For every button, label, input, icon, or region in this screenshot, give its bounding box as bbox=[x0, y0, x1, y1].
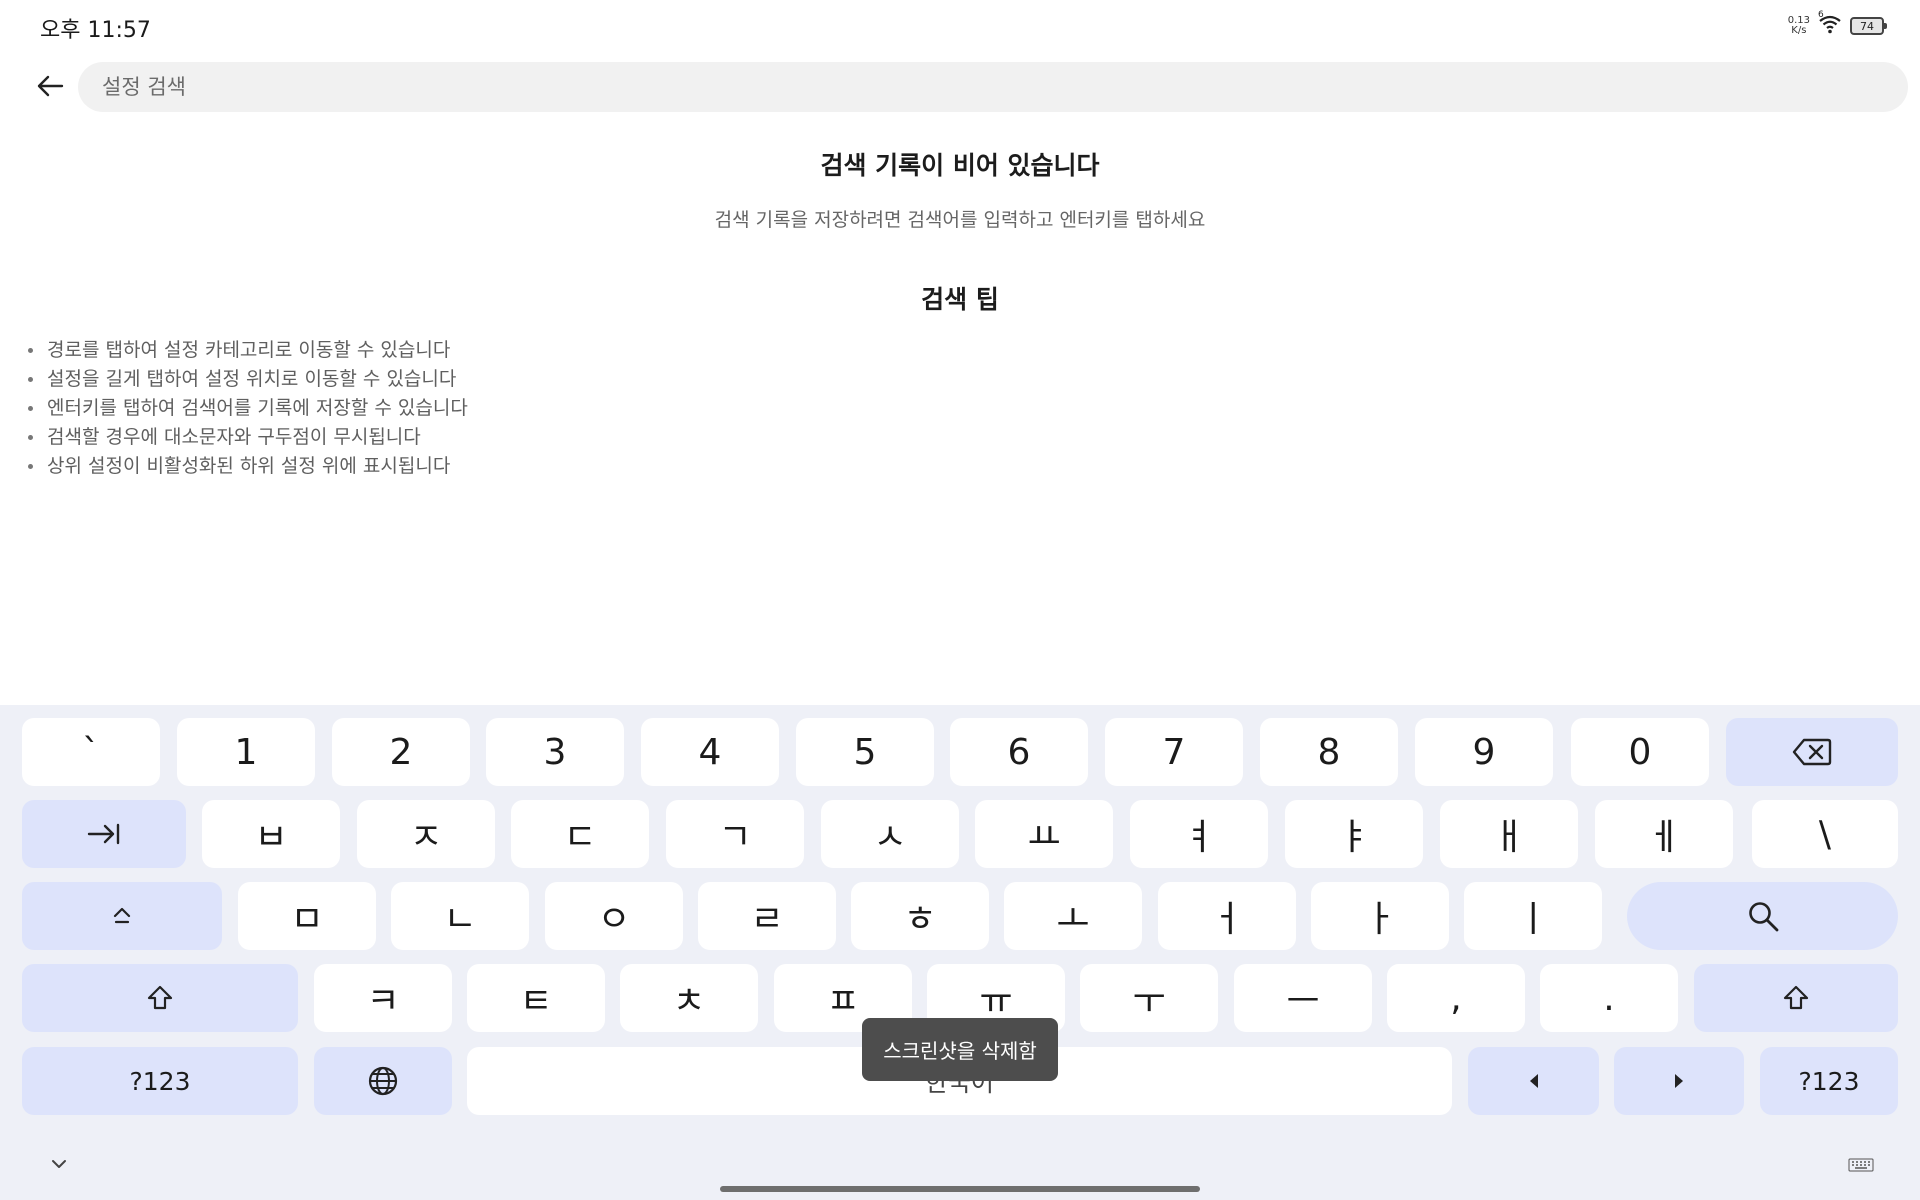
caps-lock-key[interactable] bbox=[22, 882, 222, 950]
wifi-6-badge: 6 bbox=[1818, 10, 1824, 20]
bullet-icon bbox=[28, 406, 33, 411]
back-button[interactable] bbox=[30, 66, 70, 106]
key-2[interactable]: 2 bbox=[332, 718, 470, 786]
caret-left-icon bbox=[1529, 1074, 1538, 1088]
key-i[interactable]: ㅣ bbox=[1464, 882, 1602, 950]
network-speed: 0.13 K/s bbox=[1788, 16, 1810, 36]
shift-icon bbox=[147, 985, 173, 1010]
key-a[interactable]: ㅏ bbox=[1311, 882, 1449, 950]
key-5[interactable]: 5 bbox=[796, 718, 934, 786]
key-yo[interactable]: ㅛ bbox=[975, 800, 1113, 868]
globe-icon bbox=[368, 1066, 398, 1096]
bullet-icon bbox=[28, 464, 33, 469]
bullet-icon bbox=[28, 348, 33, 353]
language-key[interactable] bbox=[314, 1047, 452, 1115]
key-u[interactable]: ㅜ bbox=[1080, 964, 1218, 1032]
key-ya[interactable]: ㅑ bbox=[1285, 800, 1423, 868]
empty-history-subtitle: 검색 기록을 저장하려면 검색어를 입력하고 엔터키를 탭하세요 bbox=[714, 209, 1206, 231]
arrow-left-icon bbox=[37, 75, 64, 97]
key-7[interactable]: 7 bbox=[1105, 718, 1243, 786]
search-key[interactable] bbox=[1627, 882, 1898, 950]
key-hieut[interactable]: ㅎ bbox=[851, 882, 989, 950]
key-backtick[interactable]: ` bbox=[22, 718, 160, 786]
key-siot[interactable]: ㅅ bbox=[821, 800, 959, 868]
backspace-key[interactable] bbox=[1726, 718, 1898, 786]
symbols-key-left[interactable]: ?123 bbox=[22, 1047, 298, 1115]
tip-text: 상위 설정이 비활성화된 하위 설정 위에 표시됩니다 bbox=[47, 455, 451, 477]
key-period[interactable]: . bbox=[1540, 964, 1678, 1032]
key-backslash[interactable]: \ bbox=[1752, 800, 1898, 868]
chevron-down-icon[interactable] bbox=[48, 1156, 70, 1172]
key-ieung[interactable]: ㅇ bbox=[545, 882, 683, 950]
shift-icon bbox=[1783, 985, 1809, 1010]
key-jieut[interactable]: ㅈ bbox=[357, 800, 495, 868]
tip-item: 상위 설정이 비활성화된 하위 설정 위에 표시됩니다 bbox=[26, 452, 468, 481]
status-icons: 0.13 K/s 6 74 bbox=[1788, 10, 1887, 38]
bullet-icon bbox=[28, 435, 33, 440]
keyboard-icon[interactable] bbox=[1848, 1158, 1874, 1172]
home-indicator[interactable] bbox=[720, 1186, 1200, 1192]
tip-item: 엔터키를 탭하여 검색어를 기록에 저장할 수 있습니다 bbox=[26, 394, 468, 423]
key-nieun[interactable]: ㄴ bbox=[391, 882, 529, 950]
key-yeo[interactable]: ㅕ bbox=[1130, 800, 1268, 868]
key-digeut[interactable]: ㄷ bbox=[511, 800, 649, 868]
key-4[interactable]: 4 bbox=[641, 718, 779, 786]
tip-item: 검색할 경우에 대소문자와 구두점이 무시됩니다 bbox=[26, 423, 468, 452]
empty-history-title: 검색 기록이 비어 있습니다 bbox=[820, 151, 1100, 180]
backspace-icon bbox=[1792, 738, 1832, 766]
status-bar: 오후 11:57 0.13 K/s 6 74 bbox=[0, 0, 1920, 54]
search-tips-title: 검색 팁 bbox=[921, 285, 999, 314]
tip-text: 검색할 경우에 대소문자와 구두점이 무시됩니다 bbox=[47, 426, 421, 448]
key-eo[interactable]: ㅓ bbox=[1158, 882, 1296, 950]
key-eu[interactable]: ㅡ bbox=[1234, 964, 1372, 1032]
key-mieum[interactable]: ㅁ bbox=[238, 882, 376, 950]
bullet-icon bbox=[28, 377, 33, 382]
key-ae[interactable]: ㅐ bbox=[1440, 800, 1578, 868]
tip-text: 경로를 탭하여 설정 카테고리로 이동할 수 있습니다 bbox=[47, 339, 451, 361]
tip-item: 설정을 길게 탭하여 설정 위치로 이동할 수 있습니다 bbox=[26, 365, 468, 394]
battery-icon: 74 bbox=[1850, 17, 1887, 35]
caret-right-icon bbox=[1675, 1074, 1683, 1088]
search-icon bbox=[1748, 902, 1778, 932]
key-rieul[interactable]: ㄹ bbox=[698, 882, 836, 950]
key-giyeok[interactable]: ㄱ bbox=[666, 800, 804, 868]
key-0[interactable]: 0 bbox=[1571, 718, 1709, 786]
key-1[interactable]: 1 bbox=[177, 718, 315, 786]
key-6[interactable]: 6 bbox=[950, 718, 1088, 786]
tip-text: 엔터키를 탭하여 검색어를 기록에 저장할 수 있습니다 bbox=[47, 397, 468, 419]
key-tieut[interactable]: ㅌ bbox=[467, 964, 605, 1032]
tab-key[interactable] bbox=[22, 800, 186, 868]
status-time: 오후 11:57 bbox=[40, 18, 151, 43]
tab-icon bbox=[87, 823, 120, 845]
key-o[interactable]: ㅗ bbox=[1004, 882, 1142, 950]
cursor-left-key[interactable] bbox=[1468, 1047, 1599, 1115]
key-e[interactable]: ㅔ bbox=[1595, 800, 1733, 868]
network-speed-unit: K/s bbox=[1791, 25, 1807, 36]
key-chieut[interactable]: ㅊ bbox=[620, 964, 758, 1032]
search-input[interactable] bbox=[78, 62, 1908, 112]
key-9[interactable]: 9 bbox=[1415, 718, 1553, 786]
shift-key-right[interactable] bbox=[1694, 964, 1898, 1032]
key-kieuk[interactable]: ㅋ bbox=[314, 964, 452, 1032]
caps-lock-icon bbox=[113, 907, 131, 924]
tip-item: 경로를 탭하여 설정 카테고리로 이동할 수 있습니다 bbox=[26, 336, 468, 365]
search-tips-list: 경로를 탭하여 설정 카테고리로 이동할 수 있습니다 설정을 길게 탭하여 설… bbox=[26, 336, 468, 481]
key-8[interactable]: 8 bbox=[1260, 718, 1398, 786]
shift-key-left[interactable] bbox=[22, 964, 298, 1032]
on-screen-keyboard: ` 1 2 3 4 5 6 7 8 9 0 ㅂ ㅈ ㄷ ㄱ ㅅ ㅛ ㅕ ㅑ ㅐ … bbox=[0, 705, 1920, 1200]
wifi-icon: 6 bbox=[1818, 10, 1842, 38]
key-bieup[interactable]: ㅂ bbox=[202, 800, 340, 868]
tip-text: 설정을 길게 탭하여 설정 위치로 이동할 수 있습니다 bbox=[47, 368, 457, 390]
key-comma[interactable]: , bbox=[1387, 964, 1525, 1032]
toast-message: 스크린샷을 삭제함 bbox=[862, 1018, 1058, 1081]
symbols-key-right[interactable]: ?123 bbox=[1760, 1047, 1898, 1115]
cursor-right-key[interactable] bbox=[1614, 1047, 1744, 1115]
key-3[interactable]: 3 bbox=[486, 718, 624, 786]
